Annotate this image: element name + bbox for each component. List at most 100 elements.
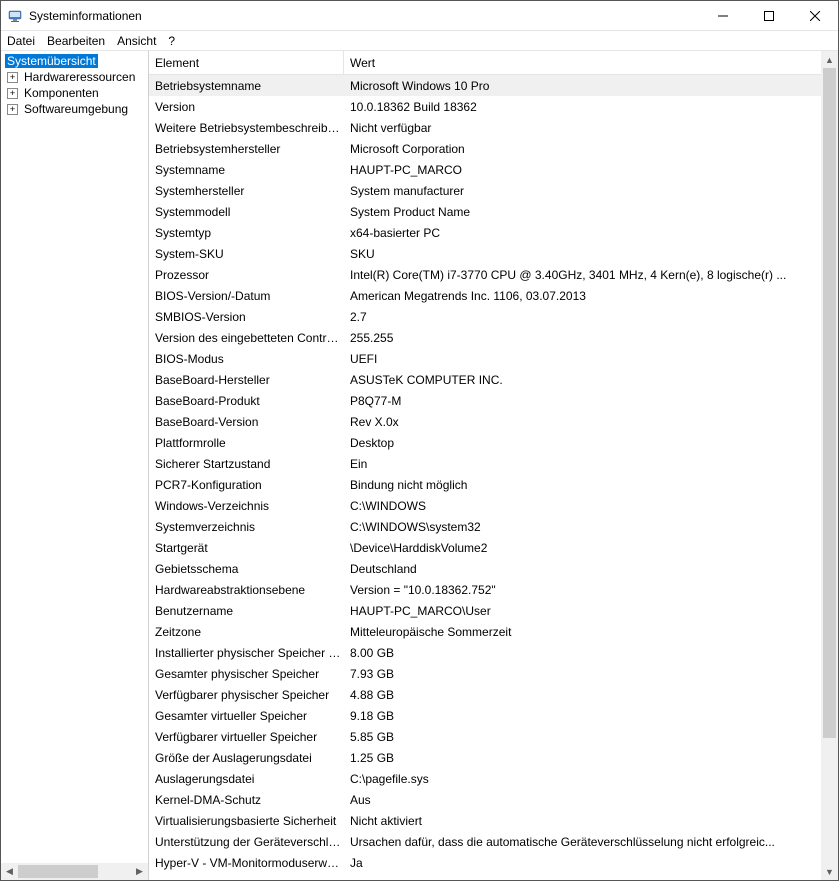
table-row[interactable]: BIOS-Version/-DatumAmerican Megatrends I… xyxy=(149,285,821,306)
tree-horizontal-scrollbar[interactable]: ◀ ▶ xyxy=(1,863,148,880)
table-row[interactable]: Systemtypx64-basierter PC xyxy=(149,222,821,243)
cell-value: C:\WINDOWS xyxy=(344,499,821,513)
table-row[interactable]: System-SKUSKU xyxy=(149,243,821,264)
table-row[interactable]: Version10.0.18362 Build 18362 xyxy=(149,96,821,117)
column-header-element[interactable]: Element xyxy=(149,51,344,74)
cell-element: Hyper-V - VM-Monitormoduserweiterungen xyxy=(149,856,344,870)
scroll-thumb[interactable] xyxy=(823,68,836,738)
tree-label: Komponenten xyxy=(22,86,101,100)
table-row[interactable]: ProzessorIntel(R) Core(TM) i7-3770 CPU @… xyxy=(149,264,821,285)
table-row[interactable]: PCR7-KonfigurationBindung nicht möglich xyxy=(149,474,821,495)
menu-view[interactable]: Ansicht xyxy=(117,34,156,48)
table-row[interactable]: Sicherer StartzustandEin xyxy=(149,453,821,474)
cell-element: Systemtyp xyxy=(149,226,344,240)
expand-icon[interactable]: + xyxy=(7,104,18,115)
table-row[interactable]: SMBIOS-Version2.7 xyxy=(149,306,821,327)
cell-element: Zeitzone xyxy=(149,625,344,639)
cell-element: Benutzername xyxy=(149,604,344,618)
cell-element: Startgerät xyxy=(149,541,344,555)
table-row[interactable]: PlattformrolleDesktop xyxy=(149,432,821,453)
cell-value: Ein xyxy=(344,457,821,471)
cell-element: Weitere Betriebsystembeschreibung xyxy=(149,121,344,135)
table-row[interactable]: GebietsschemaDeutschland xyxy=(149,558,821,579)
expand-icon[interactable]: + xyxy=(7,72,18,83)
cell-value: HAUPT-PC_MARCO\User xyxy=(344,604,821,618)
menu-edit[interactable]: Bearbeiten xyxy=(47,34,105,48)
cell-value: 255.255 xyxy=(344,331,821,345)
cell-element: Windows-Verzeichnis xyxy=(149,499,344,513)
cell-value: x64-basierter PC xyxy=(344,226,821,240)
scroll-left-icon[interactable]: ◀ xyxy=(1,863,18,880)
table-row[interactable]: SystemherstellerSystem manufacturer xyxy=(149,180,821,201)
table-row[interactable]: Unterstützung der GeräteverschlüsselungU… xyxy=(149,831,821,852)
table-row[interactable]: Kernel-DMA-SchutzAus xyxy=(149,789,821,810)
cell-value: System manufacturer xyxy=(344,184,821,198)
cell-value: Microsoft Windows 10 Pro xyxy=(344,79,821,93)
vertical-scrollbar[interactable]: ▲ ▼ xyxy=(821,51,838,880)
cell-value: 4.88 GB xyxy=(344,688,821,702)
close-button[interactable] xyxy=(792,1,838,31)
table-row[interactable]: BaseBoard-VersionRev X.0x xyxy=(149,411,821,432)
table-row[interactable]: BenutzernameHAUPT-PC_MARCO\User xyxy=(149,600,821,621)
table-row[interactable]: BetriebsystemnameMicrosoft Windows 10 Pr… xyxy=(149,75,821,96)
app-icon xyxy=(7,8,23,24)
expand-icon[interactable]: + xyxy=(7,88,18,99)
scroll-right-icon[interactable]: ▶ xyxy=(131,863,148,880)
maximize-button[interactable] xyxy=(746,1,792,31)
tree-label: Systemübersicht xyxy=(5,54,98,68)
table-row[interactable]: ZeitzoneMitteleuropäische Sommerzeit xyxy=(149,621,821,642)
cell-value: UEFI xyxy=(344,352,821,366)
column-header-value[interactable]: Wert xyxy=(344,51,821,74)
cell-value: Bindung nicht möglich xyxy=(344,478,821,492)
table-row[interactable]: Virtualisierungsbasierte SicherheitNicht… xyxy=(149,810,821,831)
table-row[interactable]: Hyper-V - VM-MonitormoduserweiterungenJa xyxy=(149,852,821,873)
tree-item-software[interactable]: + Softwareumgebung xyxy=(3,101,146,117)
cell-element: Gebietsschema xyxy=(149,562,344,576)
table-row[interactable]: Verfügbarer virtueller Speicher5.85 GB xyxy=(149,726,821,747)
table-row[interactable]: SystemnameHAUPT-PC_MARCO xyxy=(149,159,821,180)
table-row[interactable]: AuslagerungsdateiC:\pagefile.sys xyxy=(149,768,821,789)
cell-element: Auslagerungsdatei xyxy=(149,772,344,786)
cell-element: SMBIOS-Version xyxy=(149,310,344,324)
table-row[interactable]: Version des eingebetteten Controllers255… xyxy=(149,327,821,348)
cell-element: Virtualisierungsbasierte Sicherheit xyxy=(149,814,344,828)
table-row[interactable]: Windows-VerzeichnisC:\WINDOWS xyxy=(149,495,821,516)
table-row[interactable]: Verfügbarer physischer Speicher4.88 GB xyxy=(149,684,821,705)
table-row[interactable]: BIOS-ModusUEFI xyxy=(149,348,821,369)
content: Systemübersicht + Hardwareressourcen + K… xyxy=(1,51,838,880)
table-row[interactable]: Größe der Auslagerungsdatei1.25 GB xyxy=(149,747,821,768)
cell-value: ASUSTeK COMPUTER INC. xyxy=(344,373,821,387)
menu-file[interactable]: Datei xyxy=(7,34,35,48)
cell-value: C:\pagefile.sys xyxy=(344,772,821,786)
window-controls xyxy=(700,1,838,31)
table-row[interactable]: Installierter physischer Speicher (RAM)8… xyxy=(149,642,821,663)
scroll-down-icon[interactable]: ▼ xyxy=(821,863,838,880)
scroll-thumb[interactable] xyxy=(18,865,98,878)
table-row[interactable]: BaseBoard-HerstellerASUSTeK COMPUTER INC… xyxy=(149,369,821,390)
cell-value: SKU xyxy=(344,247,821,261)
cell-value: 2.7 xyxy=(344,310,821,324)
table-row[interactable]: SystemverzeichnisC:\WINDOWS\system32 xyxy=(149,516,821,537)
cell-element: BaseBoard-Version xyxy=(149,415,344,429)
tree-item-components[interactable]: + Komponenten xyxy=(3,85,146,101)
table-row[interactable]: Startgerät\Device\HarddiskVolume2 xyxy=(149,537,821,558)
table-row[interactable]: BetriebsystemherstellerMicrosoft Corpora… xyxy=(149,138,821,159)
scroll-track[interactable] xyxy=(18,863,131,880)
table-row[interactable]: Gesamter physischer Speicher7.93 GB xyxy=(149,663,821,684)
tree-item-system-summary[interactable]: Systemübersicht xyxy=(3,53,146,69)
minimize-button[interactable] xyxy=(700,1,746,31)
cell-value: \Device\HarddiskVolume2 xyxy=(344,541,821,555)
table-row[interactable]: BaseBoard-ProduktP8Q77-M xyxy=(149,390,821,411)
scroll-up-icon[interactable]: ▲ xyxy=(821,51,838,68)
menu-help[interactable]: ? xyxy=(168,34,175,48)
tree-item-hardware[interactable]: + Hardwareressourcen xyxy=(3,69,146,85)
table-row[interactable]: SystemmodellSystem Product Name xyxy=(149,201,821,222)
titlebar: Systeminformationen xyxy=(1,1,838,31)
table-row[interactable]: Gesamter virtueller Speicher9.18 GB xyxy=(149,705,821,726)
cell-element: BIOS-Version/-Datum xyxy=(149,289,344,303)
table-row[interactable]: Weitere BetriebsystembeschreibungNicht v… xyxy=(149,117,821,138)
scroll-track[interactable] xyxy=(821,68,838,863)
cell-element: Systemverzeichnis xyxy=(149,520,344,534)
cell-value: P8Q77-M xyxy=(344,394,821,408)
table-row[interactable]: HardwareabstraktionsebeneVersion = "10.0… xyxy=(149,579,821,600)
